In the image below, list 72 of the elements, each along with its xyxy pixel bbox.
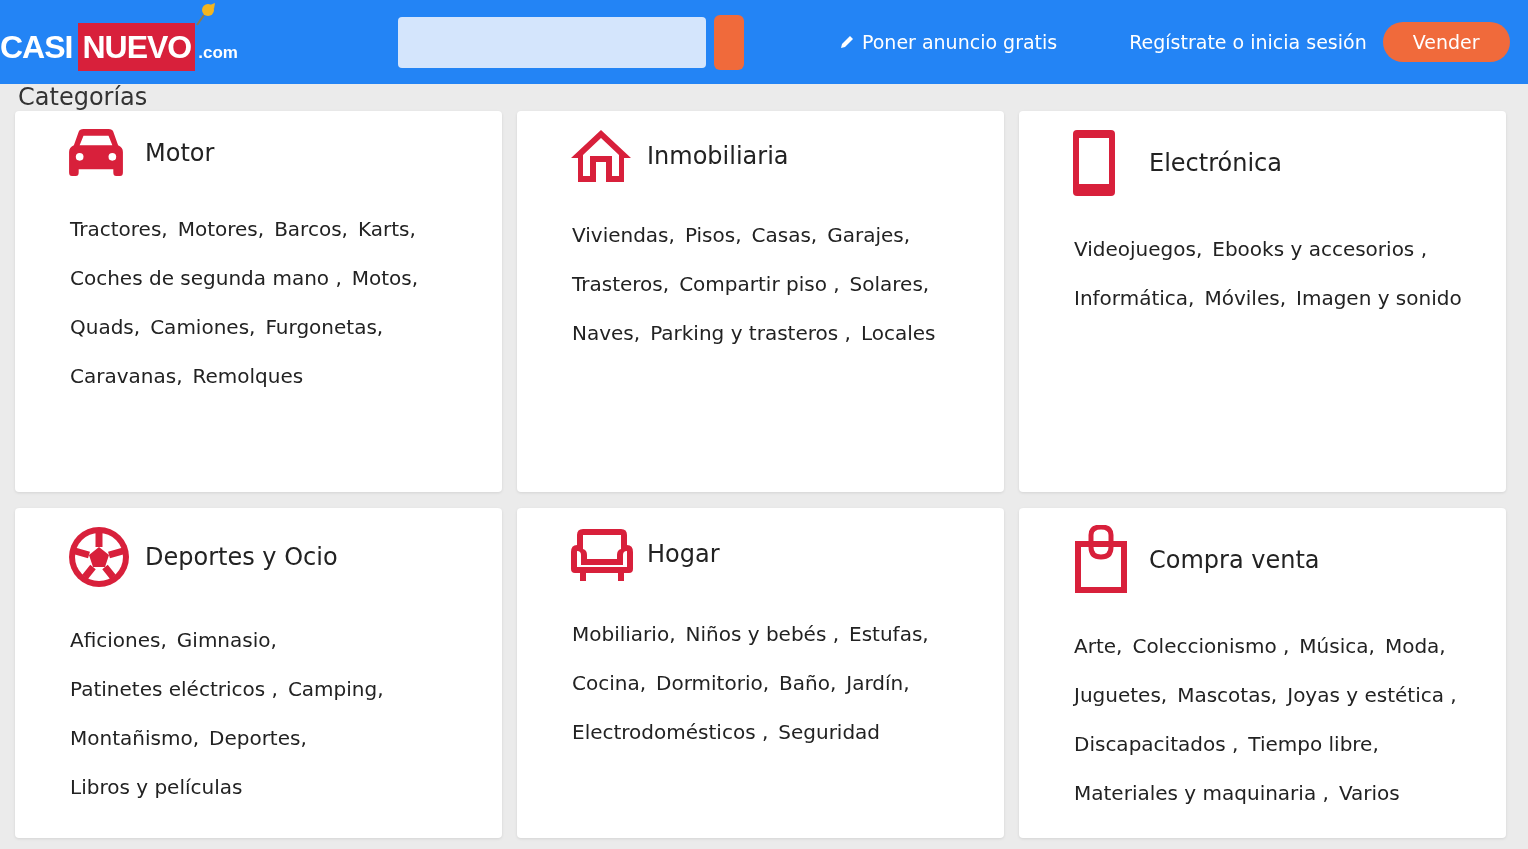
subcategory-link[interactable]: Cocina, <box>572 659 647 708</box>
subcategory-link[interactable]: Casas, <box>751 211 818 260</box>
section-heading: Categorías <box>18 84 148 110</box>
subcategory-link[interactable]: Moda, <box>1384 622 1446 671</box>
subcategory-link[interactable]: Discapacitados , <box>1074 720 1239 769</box>
subcategory-link[interactable]: Tractores, <box>70 205 168 254</box>
category-title[interactable]: Motor <box>145 135 215 171</box>
logo-text: .com <box>198 41 238 64</box>
subcategory-link[interactable]: Imagen y sonido <box>1296 274 1462 323</box>
subcategory-link[interactable]: Seguridad <box>778 708 881 757</box>
logo-text: CASI <box>0 28 73 67</box>
subcategory-link[interactable]: Ebooks y accesorios , <box>1212 225 1427 274</box>
subcategory-link[interactable]: Camiones, <box>150 303 256 352</box>
subcategory-link[interactable]: Solares, <box>849 260 930 309</box>
subcategory-link[interactable]: Niños y bebés , <box>685 610 840 659</box>
category-title[interactable]: Deportes y Ocio <box>145 539 338 575</box>
subcategory-link[interactable]: Estufas, <box>849 610 929 659</box>
subcategory-link[interactable]: Dormitorio, <box>656 659 770 708</box>
post-ad-link[interactable]: Poner anuncio gratis <box>861 27 1058 57</box>
category-title[interactable]: Hogar <box>647 536 720 572</box>
subcategory-link[interactable]: Coleccionismo , <box>1132 622 1290 671</box>
search-field[interactable] <box>397 16 706 68</box>
subcategory-link[interactable]: Materiales y maquinaria , <box>1074 769 1329 818</box>
subcategory-link[interactable]: Juguetes, <box>1074 671 1168 720</box>
subcategory-link[interactable]: Montañismo, <box>70 714 199 763</box>
subcategory-link[interactable]: Karts, <box>357 205 416 254</box>
subcategory-link[interactable]: Compartir piso , <box>679 260 840 309</box>
category-title[interactable]: Inmobiliaria <box>647 138 789 174</box>
subcategory-link[interactable]: Garajes, <box>827 211 911 260</box>
subcategory-link[interactable]: Trasteros, <box>572 260 670 309</box>
category-title[interactable]: Compra venta <box>1149 542 1320 578</box>
subcategory-link[interactable]: Móviles, <box>1204 274 1286 323</box>
category-title[interactable]: Electrónica <box>1149 145 1282 181</box>
subcategory-link[interactable]: Coches de segunda mano , <box>70 254 342 303</box>
subcategory-link[interactable]: Tiempo libre, <box>1248 720 1379 769</box>
subcategory-link[interactable]: Electrodomésticos , <box>572 708 769 757</box>
subcategory-link[interactable]: Jardín, <box>846 659 910 708</box>
ball-icon <box>67 525 131 589</box>
subcategory-link[interactable]: Música, <box>1299 622 1375 671</box>
subcategory-link[interactable]: Motos, <box>351 254 419 303</box>
phone-icon <box>1071 128 1117 198</box>
subcategory-link[interactable]: Motores, <box>177 205 265 254</box>
subcategory-link[interactable]: Arte, <box>1074 622 1123 671</box>
subcategory-link[interactable]: Deportes, <box>209 714 307 763</box>
subcategory-link[interactable]: Pisos, <box>684 211 742 260</box>
subcategory-link[interactable]: Furgonetas, <box>265 303 384 352</box>
subcategory-link[interactable]: Informática, <box>1074 274 1195 323</box>
subcategory-link[interactable]: Varios <box>1338 769 1400 818</box>
account-link[interactable]: Regístrate o inicia sesión <box>1129 27 1367 57</box>
subcategory-link[interactable]: Gimnasio, <box>176 616 277 665</box>
subcategory-link[interactable]: Camping, <box>287 665 384 714</box>
pencil-icon <box>839 35 854 49</box>
subcategory-link[interactable]: Baño, <box>779 659 837 708</box>
car-icon <box>67 128 125 178</box>
subcategory-link[interactable]: Libros y películas <box>70 763 243 812</box>
subcategory-link[interactable]: Quads, <box>70 303 141 352</box>
pin-icon <box>193 1 218 27</box>
subcategory-link[interactable]: Joyas y estética , <box>1287 671 1457 720</box>
subcategory-link[interactable]: Caravanas, <box>70 352 183 401</box>
subcategory-link[interactable]: Naves, <box>572 309 641 358</box>
subcategory-link[interactable]: Mobiliario, <box>572 610 676 659</box>
house-icon <box>569 128 633 184</box>
logo-text: NUEVO <box>78 23 196 71</box>
subcategory-link[interactable]: Videojuegos, <box>1074 225 1203 274</box>
subcategory-link[interactable]: Mascotas, <box>1177 671 1278 720</box>
subcategory-link[interactable]: Barcos, <box>274 205 348 254</box>
subcategory-link[interactable]: Aficiones, <box>70 616 167 665</box>
subcategory-link[interactable]: Parking y trasteros , <box>650 309 851 358</box>
subcategory-link[interactable]: Locales <box>860 309 936 358</box>
subcategory-link[interactable]: Viviendas, <box>572 211 675 260</box>
subcategory-link[interactable]: Patinetes eléctricos , <box>70 665 278 714</box>
subcategory-link[interactable]: Remolques <box>192 352 304 401</box>
